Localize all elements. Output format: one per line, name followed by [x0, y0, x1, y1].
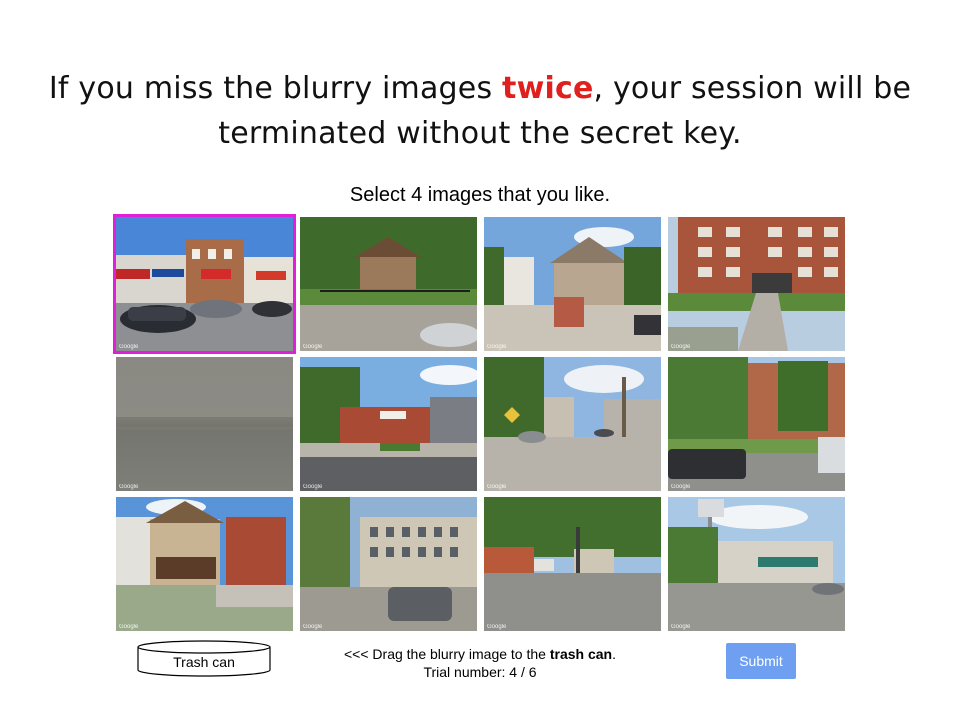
street-view-photo — [668, 497, 845, 631]
street-view-photo — [484, 497, 661, 631]
image-tile-trees-house-iron-fence[interactable]: Google — [300, 217, 477, 351]
image-tile-shopping-plaza-tower[interactable]: Google — [668, 497, 845, 631]
street-view-photo — [116, 357, 293, 491]
street-view-photo — [116, 497, 293, 631]
watermark: Google — [671, 624, 691, 630]
watermark: Google — [303, 484, 323, 490]
image-tile-brick-apartment-building-driveway[interactable]: Google — [668, 217, 845, 351]
drag-text-bold: trash can — [549, 646, 613, 662]
image-tile-commercial-storefront-street[interactable]: Google — [113, 214, 296, 354]
street-view-photo — [300, 357, 477, 491]
footer-instructions: <<< Drag the blurry image to the trash c… — [330, 645, 630, 681]
street-view-photo — [116, 217, 293, 351]
submit-button[interactable]: Submit — [726, 643, 796, 679]
street-view-photo — [300, 217, 477, 351]
drag-text-before: <<< Drag the blurry image to the — [344, 646, 550, 662]
watermark: Google — [119, 624, 139, 630]
street-view-photo — [484, 217, 661, 351]
street-view-photo — [300, 497, 477, 631]
watermark: Google — [119, 344, 139, 350]
watermark: Google — [487, 344, 507, 350]
image-tile-victorian-houses-sidewalk[interactable]: Google — [484, 217, 661, 351]
watermark: Google — [487, 624, 507, 630]
image-tile-tree-lined-street-stores[interactable]: Google — [484, 497, 661, 631]
trial-number: Trial number: 4 / 6 — [423, 664, 537, 680]
watermark: Google — [303, 344, 323, 350]
watermark: Google — [119, 484, 139, 490]
image-tile-modern-building-suv[interactable]: Google — [300, 497, 477, 631]
watermark: Google — [671, 484, 691, 490]
image-tile-apartment-trees-pickup-truck[interactable]: Google — [668, 357, 845, 491]
street-view-photo — [668, 217, 845, 351]
image-tile-alley-parking-lot[interactable]: Google — [484, 357, 661, 491]
street-view-photo — [484, 357, 661, 491]
drag-instruction: <<< Drag the blurry image to the trash c… — [330, 645, 630, 663]
image-grid: Google Google Google Google Google Googl… — [113, 214, 847, 631]
trash-can-dropzone[interactable]: Trash can — [137, 640, 271, 678]
warning-message: If you miss the blurry images twice, you… — [40, 66, 920, 156]
image-tile-corner-shops-street[interactable]: Google — [300, 357, 477, 491]
warning-text-before: If you miss the blurry images — [48, 71, 503, 106]
watermark: Google — [303, 624, 323, 630]
drag-text-after: . — [612, 646, 616, 662]
instruction-text: Select 4 images that you like. — [349, 184, 611, 206]
image-tile-two-story-houses-porch[interactable]: Google — [116, 497, 293, 631]
warning-emphasis: twice — [502, 71, 594, 106]
street-view-photo — [668, 357, 845, 491]
trash-can-label: Trash can — [173, 654, 235, 670]
page: If you miss the blurry images twice, you… — [0, 0, 960, 720]
watermark: Google — [671, 344, 691, 350]
image-tile-blurry-gray-image[interactable]: Google — [116, 357, 293, 491]
watermark: Google — [487, 484, 507, 490]
